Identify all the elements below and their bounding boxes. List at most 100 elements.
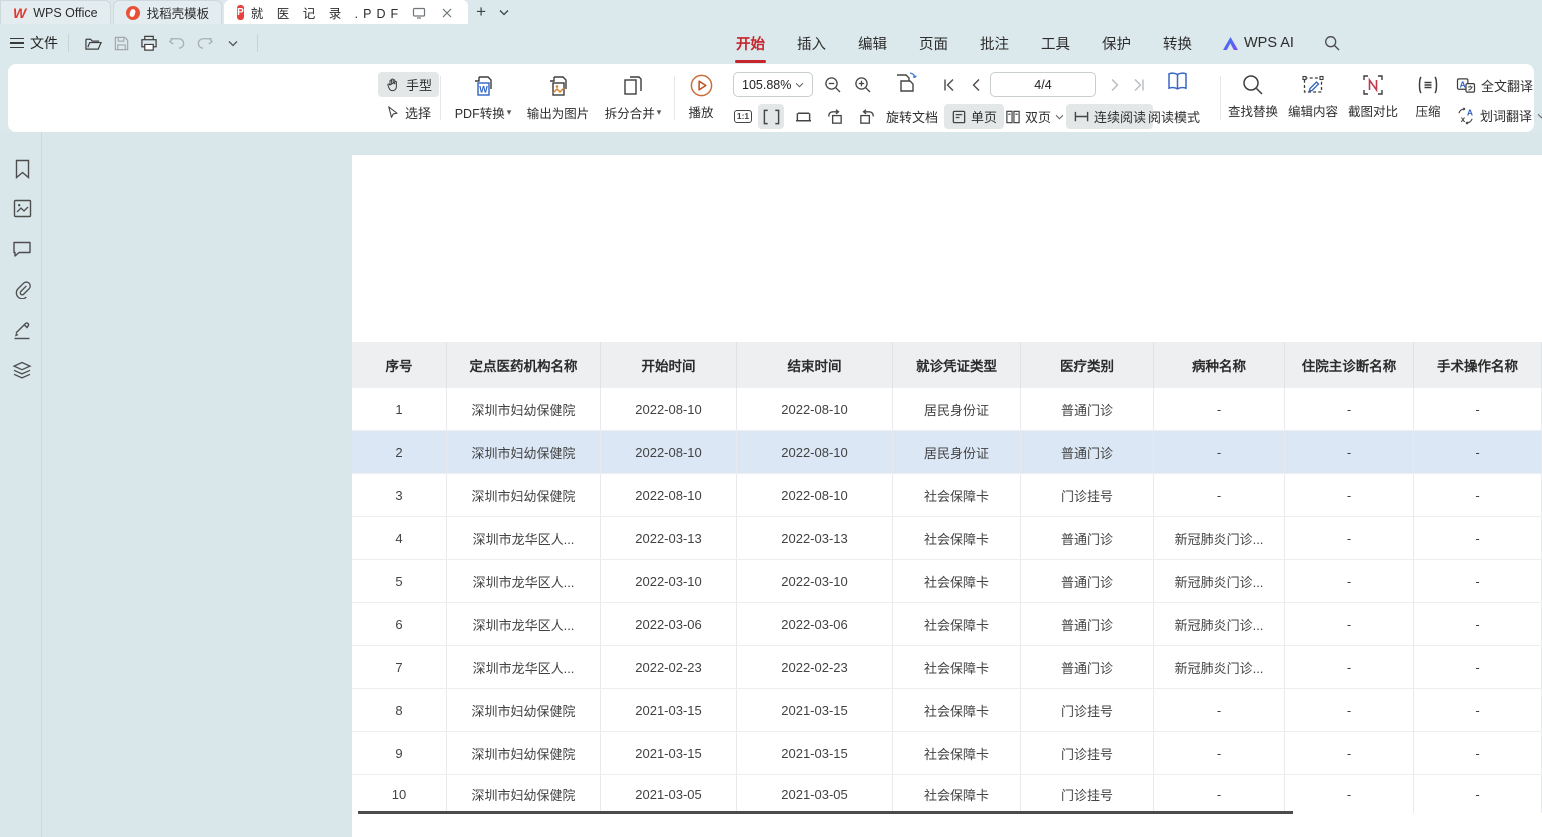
fit-width-button[interactable] <box>758 104 784 129</box>
pdf-file-icon: P <box>237 5 244 20</box>
table-cell: 居民身份证 <box>893 388 1021 430</box>
table-cell: - <box>1154 732 1285 774</box>
rotate-right-button[interactable] <box>854 104 880 129</box>
page-number-input[interactable]: 4/4 <box>990 72 1096 97</box>
wps-logo-icon: W <box>13 6 26 20</box>
double-page-button[interactable]: 双页 <box>1005 107 1064 126</box>
table-cell: 门诊挂号 <box>1021 689 1154 731</box>
layers-icon[interactable] <box>10 358 34 382</box>
find-replace-button[interactable]: 查找替换 <box>1224 73 1282 120</box>
table-cell: 2021-03-15 <box>601 689 737 731</box>
table-cell: - <box>1414 388 1542 430</box>
read-mode-button[interactable]: 阅读模式 <box>1148 107 1200 126</box>
read-mode-icon[interactable] <box>1160 69 1194 94</box>
thumbnail-icon[interactable] <box>10 196 34 220</box>
print-button[interactable] <box>137 31 161 55</box>
table-cell: 10 <box>352 775 447 813</box>
play-icon <box>689 73 714 98</box>
menu-tab-convert[interactable]: 转换 <box>1162 31 1193 56</box>
bookmark-icon[interactable] <box>10 157 34 181</box>
zoom-out-button[interactable] <box>820 72 846 97</box>
table-header-cell: 开始时间 <box>601 342 737 388</box>
table-row: 10深圳市妇幼保健院2021-03-052021-03-05社会保障卡门诊挂号-… <box>352 775 1542 813</box>
word-translate-button[interactable]: x A 划词翻译 <box>1456 106 1542 125</box>
table-cell: - <box>1414 646 1542 688</box>
compress-button[interactable]: 压缩 <box>1406 73 1450 120</box>
table-cell: 2021-03-05 <box>601 775 737 813</box>
fit-page-button[interactable] <box>790 104 816 129</box>
svg-text:A: A <box>1460 79 1466 89</box>
previous-page-button[interactable] <box>962 72 988 97</box>
chevron-down-icon: ▾ <box>507 107 512 118</box>
continuous-read-button[interactable]: 连续阅读 <box>1066 104 1153 129</box>
table-cell: 深圳市妇幼保健院 <box>447 431 601 473</box>
table-bottom-scrollbar[interactable] <box>358 811 1293 814</box>
menu-tab-edit[interactable]: 编辑 <box>857 31 888 56</box>
edit-content-button[interactable]: 编辑内容 <box>1284 73 1342 120</box>
signature-icon[interactable] <box>10 318 34 342</box>
pdf-convert-icon: W <box>470 73 496 99</box>
tab-docer-templates[interactable]: 找稻壳模板 <box>113 0 223 24</box>
menu-tab-wps-ai[interactable]: WPS AI <box>1223 35 1294 51</box>
menu-tab-annotate[interactable]: 批注 <box>979 31 1010 56</box>
full-translate-button[interactable]: A 全文翻译 <box>1456 76 1533 95</box>
screenshot-compare-button[interactable]: 截图对比 <box>1344 73 1402 120</box>
zoom-level-select[interactable]: 105.88% <box>733 72 813 97</box>
close-tab-icon[interactable] <box>438 4 456 22</box>
menu-tab-insert[interactable]: 插入 <box>796 31 827 56</box>
table-cell: 2022-08-10 <box>737 388 893 430</box>
select-tool-button[interactable]: 选择 <box>378 100 439 125</box>
cursor-icon <box>385 105 400 120</box>
attachment-icon[interactable] <box>10 277 34 301</box>
table-cell: 2022-03-06 <box>737 603 893 645</box>
menu-tab-page[interactable]: 页面 <box>918 31 949 56</box>
table-cell: - <box>1414 603 1542 645</box>
tab-document-pdf[interactable]: P 就 医 记 录 .PDF <box>224 0 468 24</box>
svg-text:W: W <box>479 85 488 95</box>
zoom-in-button[interactable] <box>850 72 876 97</box>
split-merge-button[interactable]: 拆分合并▾ <box>598 73 668 122</box>
play-button[interactable]: 播放 <box>680 73 722 121</box>
enter-workspace-icon[interactable] <box>410 4 428 22</box>
table-cell: - <box>1154 431 1285 473</box>
last-page-button[interactable] <box>1126 72 1152 97</box>
single-page-icon <box>951 109 967 125</box>
table-cell: 居民身份证 <box>893 431 1021 473</box>
table-cell: 2022-08-10 <box>601 474 737 516</box>
ribbon-toolbar: 手型 选择 W PDF转换▾ <box>8 64 1534 132</box>
tab-wps-home[interactable]: W WPS Office <box>0 0 111 24</box>
menu-tab-protect[interactable]: 保护 <box>1101 31 1132 56</box>
actual-size-button[interactable]: 1:1 <box>730 104 756 129</box>
split-merge-icon <box>620 73 646 99</box>
table-row: 4深圳市龙华区人...2022-03-132022-03-13社会保障卡普通门诊… <box>352 517 1542 560</box>
table-cell: 新冠肺炎门诊... <box>1154 517 1285 559</box>
swap-pages-button[interactable] <box>890 70 922 95</box>
new-tab-button[interactable]: + <box>468 0 494 24</box>
tab-list-chevron-icon[interactable] <box>494 0 514 24</box>
table-cell: 深圳市妇幼保健院 <box>447 732 601 774</box>
menu-tab-tools[interactable]: 工具 <box>1040 31 1071 56</box>
rotate-document-button[interactable]: 旋转文档 <box>886 107 938 126</box>
redo-button[interactable] <box>193 31 217 55</box>
first-page-button[interactable] <box>936 72 962 97</box>
table-cell: 2022-02-23 <box>737 646 893 688</box>
menu-tab-home[interactable]: 开始 <box>735 31 766 56</box>
svg-text:x: x <box>1461 115 1466 124</box>
divider <box>257 34 258 52</box>
hand-icon <box>385 77 401 93</box>
next-page-button[interactable] <box>1102 72 1128 97</box>
comment-icon[interactable] <box>10 237 34 261</box>
hand-tool-button[interactable]: 手型 <box>378 72 439 97</box>
save-button[interactable] <box>109 31 133 55</box>
open-file-button[interactable] <box>81 31 105 55</box>
pdf-convert-button[interactable]: W PDF转换▾ <box>448 73 518 122</box>
single-page-button[interactable]: 单页 <box>944 104 1004 129</box>
undo-button[interactable] <box>165 31 189 55</box>
file-menu-button[interactable]: 文件 <box>10 33 58 53</box>
table-cell: 2021-03-15 <box>601 732 737 774</box>
table-cell: 门诊挂号 <box>1021 732 1154 774</box>
export-image-button[interactable]: 输出为图片 <box>520 73 596 122</box>
quick-access-chevron-icon[interactable] <box>221 31 245 55</box>
rotate-left-button[interactable] <box>822 104 848 129</box>
search-icon[interactable] <box>1320 31 1344 55</box>
